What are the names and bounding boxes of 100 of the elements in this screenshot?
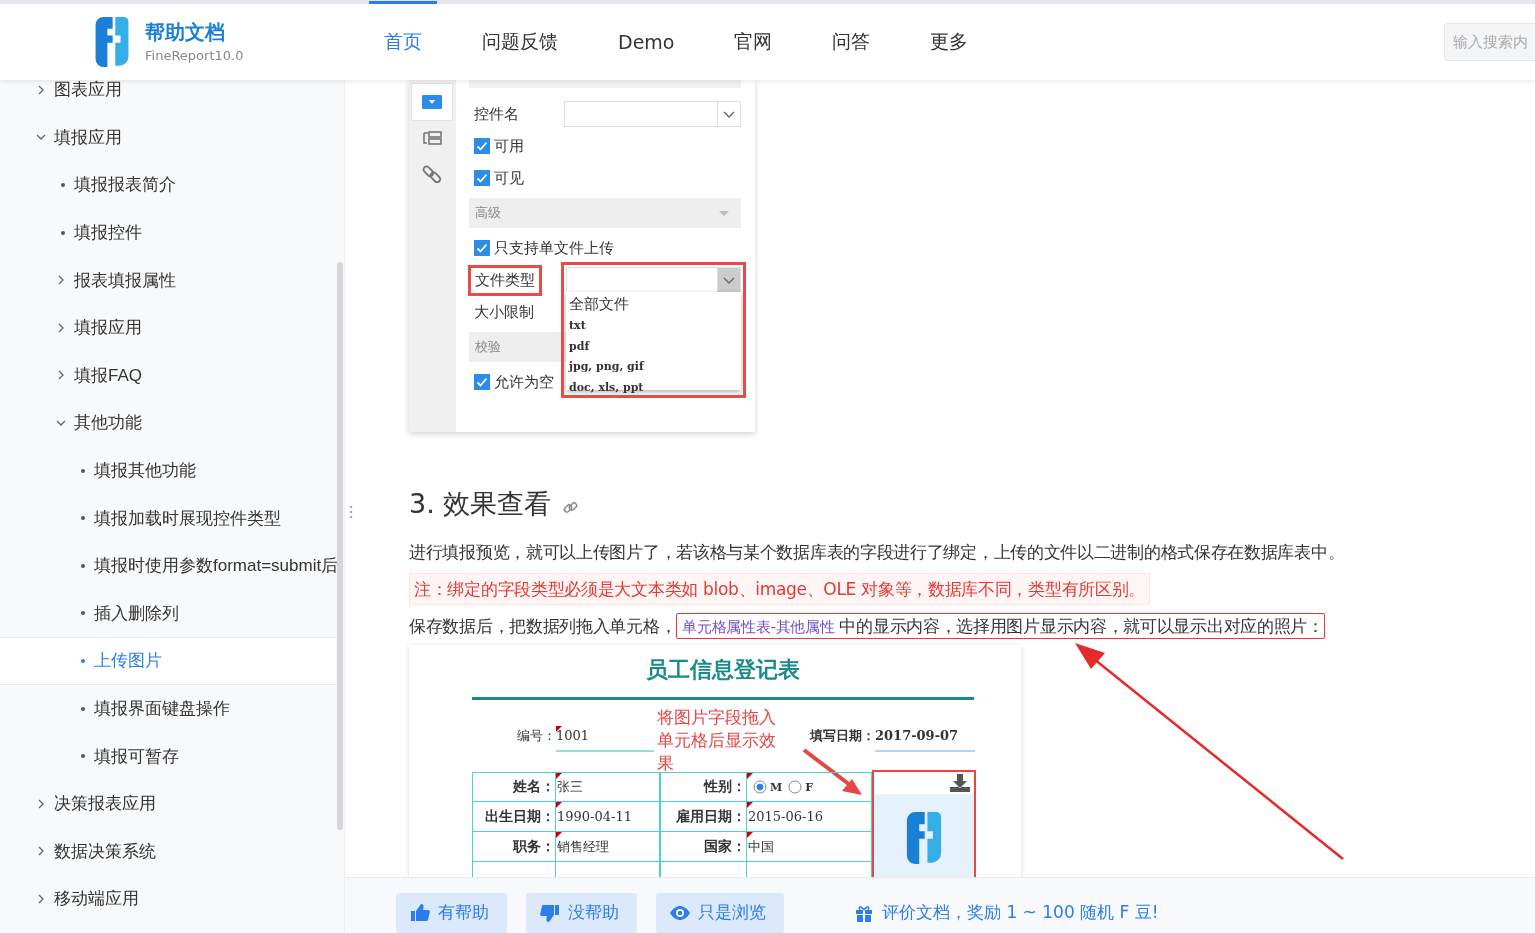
field-value: 1001 — [556, 726, 654, 752]
thumbs-down-icon — [540, 902, 560, 923]
nav-tab[interactable]: Demo — [603, 1, 690, 80]
chevron-right-icon — [36, 798, 46, 809]
nav-item[interactable]: 填报FAQ — [0, 351, 344, 400]
radio-label: F — [805, 780, 813, 794]
search-field[interactable]: 输入搜索内 — [1444, 23, 1535, 61]
dropdown-option[interactable]: doc, xls, ppt — [569, 377, 741, 398]
nav-tab[interactable]: 问答 — [817, 1, 886, 80]
chevron-right-icon — [56, 370, 66, 381]
nav-tab[interactable]: 更多 — [915, 1, 984, 80]
chevron-right-icon — [56, 322, 66, 333]
thumbs-up-icon — [410, 902, 430, 923]
field-label: 控件名 — [474, 104, 520, 124]
panel-tab[interactable] — [412, 84, 452, 120]
nav-item[interactable]: 决策报表应用 — [0, 779, 344, 828]
nav-item[interactable]: 填报加载时展现控件类型 — [0, 494, 344, 542]
product-version: FineReport10.0 — [145, 48, 244, 63]
table-cell: 1990-04-11 — [556, 802, 660, 832]
table-cell: 性别： — [660, 772, 747, 802]
checkbox[interactable] — [474, 240, 490, 256]
combo-field[interactable] — [564, 101, 741, 127]
checkbox[interactable] — [474, 170, 490, 186]
link-icon[interactable] — [563, 500, 579, 514]
paragraph: 进行填报预览，就可以上传图片了，若该格与某个数据库表的字段进行了绑定，上传的文件以二进制的格式保存在数据库表中。 — [409, 541, 1346, 564]
nav-item[interactable]: 填报控件 — [0, 208, 344, 257]
bullet-icon — [61, 230, 65, 235]
nav-item[interactable]: 填报应用 — [0, 113, 344, 162]
nav-tab[interactable]: 官网 — [719, 1, 788, 80]
bullet-icon — [81, 658, 85, 663]
download-icon[interactable] — [950, 774, 970, 792]
checkbox-label: 只支持单文件上传 — [494, 238, 614, 258]
link[interactable]: 单元格属性表-其他属性 — [682, 618, 835, 636]
nav-item[interactable]: 填报报表简介 — [0, 161, 344, 209]
chevron-right-icon — [36, 846, 46, 857]
checkbox-label: 可用 — [494, 136, 524, 156]
radio-label: M — [770, 780, 783, 794]
chevron-down-icon — [723, 276, 735, 284]
nav-item[interactable]: 插入删除列 — [0, 589, 344, 638]
bullet-icon — [81, 706, 85, 711]
annotation-text: 将图片字段拖入单元格后显示效果 — [657, 706, 777, 775]
arrow — [802, 748, 864, 797]
table-cell: 国家： — [660, 832, 747, 862]
table-cell: 职务： — [472, 832, 556, 862]
table-cell: 雇用日期： — [660, 802, 747, 832]
table-cell: 出生日期： — [472, 802, 556, 832]
paragraph: 保存数据后，把数据列拖入单元格， 单元格属性表-其他属性 中的显示内容，选择用图片显示内容，就可以显示出对应的照片： — [409, 608, 1535, 645]
dropdown-option[interactable]: pdf — [569, 336, 741, 357]
bullet-icon — [81, 754, 85, 759]
bullet-icon — [81, 468, 85, 473]
nav-item[interactable]: 填报界面键盘操作 — [0, 684, 344, 733]
triangle-icon — [719, 210, 729, 216]
nav-item[interactable]: 移动端应用 — [0, 875, 344, 923]
nav-tab[interactable]: 问题反馈 — [467, 1, 573, 80]
site-title: 帮助文档 — [145, 19, 226, 46]
scrollbar[interactable] — [337, 262, 343, 830]
note-text: 注：绑定的字段类型必须是大文本类如 blob、image、OLE 对象等，数据库不同，类型有所区别。 — [409, 573, 1151, 605]
field-label: 填写日期： — [808, 727, 875, 745]
field-value: 2017-09-07 — [875, 726, 975, 752]
combo-field[interactable] — [566, 267, 741, 293]
chevron-down-icon — [723, 110, 735, 118]
bullet-icon — [81, 611, 85, 616]
table-cell: 张三 — [556, 772, 660, 802]
checkbox-label: 允许为空 — [494, 372, 554, 392]
radio-button[interactable] — [788, 780, 803, 794]
nav-item[interactable]: 图表应用 — [0, 80, 344, 114]
nav-item[interactable]: 填报应用 — [0, 303, 344, 352]
section-heading: 3. 效果查看 — [409, 487, 552, 521]
bullet-icon — [81, 563, 85, 568]
resize-handle[interactable] — [349, 505, 353, 519]
table-cell: 姓名： — [472, 772, 556, 802]
radio-button[interactable] — [753, 780, 767, 794]
bullet-icon — [81, 516, 85, 521]
nav-item[interactable]: 填报可暂存 — [0, 732, 344, 780]
dropdown-icon — [421, 93, 443, 111]
gift-icon — [855, 903, 873, 922]
chevron-right-icon — [56, 275, 66, 286]
field-label: 编号： — [516, 727, 556, 745]
highlighted-label: 文件类型 — [468, 264, 542, 296]
field-label: 大小限制 — [474, 302, 535, 322]
dropdown-option[interactable]: txt — [569, 316, 741, 337]
chevron-right-icon — [36, 84, 46, 95]
link-icon — [421, 165, 443, 183]
nav-item[interactable]: 数据决策系统 — [0, 827, 344, 876]
checkbox[interactable] — [474, 374, 490, 390]
chevron-right-icon — [36, 893, 46, 904]
nav-item[interactable]: 填报时使用参数format=submit后 — [0, 541, 344, 590]
checkbox-label: 可见 — [494, 168, 524, 188]
nav-item[interactable]: 其他功能 — [0, 399, 344, 447]
dropdown-option[interactable]: jpg, png, gif — [569, 357, 741, 378]
nav-item[interactable]: 填报其他功能 — [0, 446, 344, 495]
form-title: 员工信息登记表 — [645, 655, 801, 684]
table-cell: 销售经理 — [556, 832, 660, 862]
bullet-icon — [61, 183, 65, 187]
checkbox[interactable] — [474, 138, 490, 154]
dropdown-option[interactable]: 全部文件 — [569, 294, 741, 316]
nav-item[interactable]: 上传图片 — [0, 637, 336, 685]
reward-text: 评价文档，奖励 1 ~ 100 随机 F 豆! — [882, 901, 1159, 924]
list-icon — [421, 129, 443, 147]
nav-item[interactable]: 报表填报属性 — [0, 256, 344, 304]
